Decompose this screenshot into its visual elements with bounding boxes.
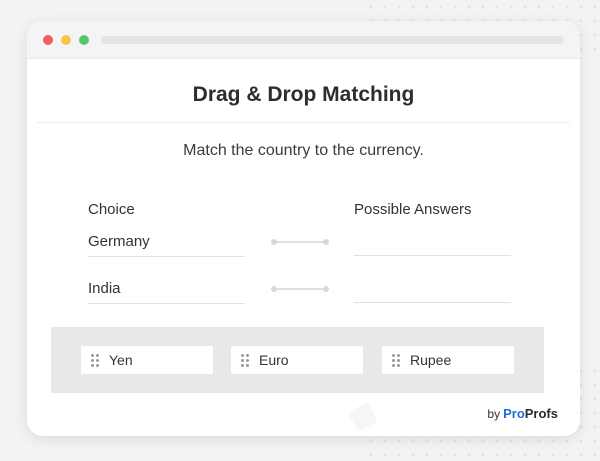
cursor-shadow [347, 401, 379, 433]
choice-column-header: Choice [88, 201, 135, 218]
option-label: Rupee [410, 352, 452, 368]
brand-logo-pro: Pro [503, 406, 525, 421]
page-title: Drag & Drop Matching [192, 83, 415, 106]
drag-handle-icon[interactable] [91, 354, 99, 367]
answer-drop-slot-2[interactable] [354, 302, 511, 303]
quiz-window: Drag & Drop Matching Match the country t… [27, 21, 580, 436]
draggable-option-yen[interactable]: Yen [81, 346, 213, 374]
answers-column-header: Possible Answers [354, 201, 472, 218]
match-connector [271, 286, 329, 292]
choice-label: Germany [88, 233, 150, 250]
match-connector [271, 239, 329, 245]
minimize-window-dot[interactable] [61, 35, 71, 45]
drag-handle-icon[interactable] [241, 354, 249, 367]
option-label: Yen [109, 352, 133, 368]
draggable-option-rupee[interactable]: Rupee [382, 346, 514, 374]
window-titlebar [27, 21, 580, 59]
title-divider [37, 122, 570, 123]
maximize-window-dot[interactable] [79, 35, 89, 45]
question-instruction: Match the country to the currency. [183, 142, 424, 159]
branding-by-text: by [487, 407, 501, 421]
draggable-option-euro[interactable]: Euro [231, 346, 363, 374]
answer-options-tray: Yen Euro Rupee [51, 327, 544, 393]
choice-item-germany: Germany [88, 233, 245, 257]
address-bar[interactable] [101, 36, 564, 44]
choice-item-india: India [88, 280, 245, 304]
drag-handle-icon[interactable] [392, 354, 400, 367]
proprofs-branding[interactable]: by ProProfs [487, 406, 558, 421]
option-label: Euro [259, 352, 289, 368]
close-window-dot[interactable] [43, 35, 53, 45]
brand-logo-profs: Profs [524, 406, 558, 421]
choice-label: India [88, 280, 121, 297]
answer-drop-slot-1[interactable] [354, 255, 511, 256]
